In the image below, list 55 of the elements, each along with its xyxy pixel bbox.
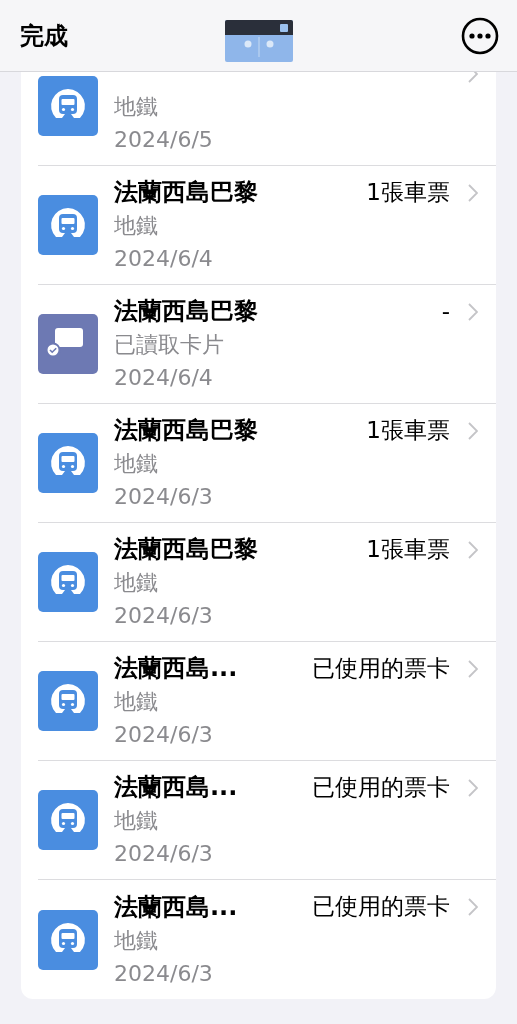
chevron-icon	[468, 184, 478, 202]
transaction-amount: 已使用的票卡	[312, 653, 450, 683]
transaction-amount: -	[441, 298, 450, 324]
transaction-date: 2024/6/4	[114, 245, 214, 273]
chevron-icon	[468, 898, 478, 916]
transaction-type: 地鐵	[114, 93, 159, 121]
transaction-type: 地鐵	[114, 212, 159, 240]
chevron-icon	[468, 660, 478, 678]
transaction-title: 法蘭西島巴黎	[114, 415, 258, 446]
chevron-icon	[468, 541, 478, 559]
transaction-amount: 已使用的票卡	[312, 772, 450, 802]
metro-icon	[38, 671, 98, 731]
transaction-date: 2024/6/3	[114, 483, 214, 511]
transaction-title: 法蘭西島...	[114, 772, 238, 803]
transaction-type: 已讀取卡片	[114, 331, 225, 359]
chevron-icon	[468, 303, 478, 321]
more-button[interactable]	[461, 16, 499, 55]
metro-icon	[38, 552, 98, 612]
done-button[interactable]: 完成	[20, 19, 68, 52]
transaction-amount: 1張車票	[366, 415, 450, 445]
transaction-type: 地鐵	[114, 688, 159, 716]
transaction-row[interactable]: 地鐵 2024/6/5	[38, 72, 496, 166]
chevron-icon	[468, 779, 478, 797]
transaction-row[interactable]: 法蘭西島巴黎 1張車票 地鐵 2024/6/3	[38, 523, 496, 642]
metro-icon	[38, 909, 98, 970]
chevron-icon	[468, 422, 478, 440]
transaction-row[interactable]: 法蘭西島巴黎 1張車票 地鐵 2024/6/4	[38, 166, 496, 285]
transaction-title: 法蘭西島巴黎	[114, 534, 258, 565]
metro-icon	[38, 790, 98, 850]
transaction-row[interactable]: 法蘭西島巴黎 1張車票 地鐵 2024/6/3	[38, 404, 496, 523]
transaction-amount: 已使用的票卡	[312, 892, 450, 921]
transaction-type: 地鐵	[114, 926, 159, 955]
transaction-title: 法蘭西島...	[114, 653, 238, 684]
transaction-date: 2024/6/3	[114, 840, 214, 868]
transaction-type: 地鐵	[114, 807, 159, 835]
transaction-date: 2024/6/3	[114, 602, 214, 630]
transaction-row[interactable]: 法蘭西島... 已使用的票卡 地鐵 2024/6/3	[38, 880, 496, 999]
transaction-date: 2024/6/5	[114, 126, 214, 154]
transaction-row[interactable]: 法蘭西島... 已使用的票卡 地鐵 2024/6/3	[38, 761, 496, 880]
card-check-icon	[38, 314, 98, 374]
metro-icon	[38, 195, 98, 255]
transaction-row[interactable]: 法蘭西島... 已使用的票卡 地鐵 2024/6/3	[38, 642, 496, 761]
transaction-type: 地鐵	[114, 569, 159, 597]
metro-icon	[38, 433, 98, 493]
transaction-type: 地鐵	[114, 450, 159, 478]
transaction-date: 2024/6/4	[114, 364, 214, 392]
transaction-date: 2024/6/3	[114, 959, 214, 988]
transaction-title: 法蘭西島巴黎	[114, 296, 258, 327]
transaction-date: 2024/6/3	[114, 721, 214, 749]
transaction-title: 法蘭西島...	[114, 891, 238, 923]
transaction-amount: 1張車票	[366, 177, 450, 207]
transaction-title: 法蘭西島巴黎	[114, 177, 258, 208]
transaction-row[interactable]: 法蘭西島巴黎 - 已讀取卡片 2024/6/4	[38, 285, 496, 404]
metro-icon	[38, 76, 98, 136]
transaction-amount: 1張車票	[366, 534, 450, 564]
